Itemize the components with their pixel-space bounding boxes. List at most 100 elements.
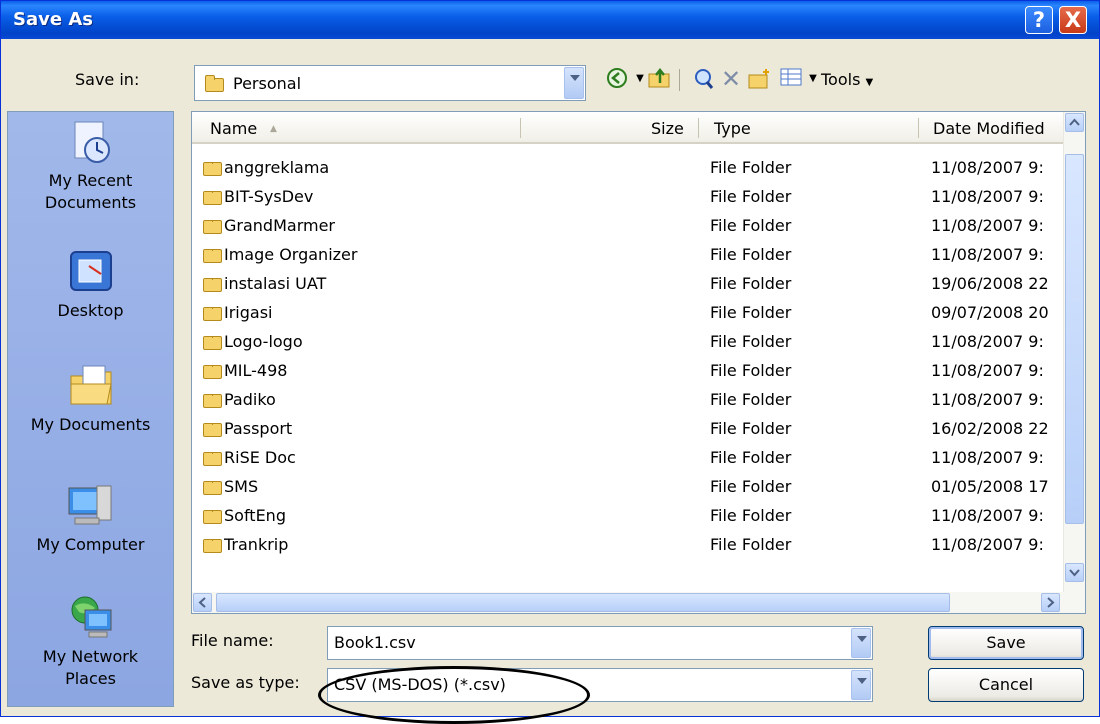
list-item[interactable]: RiSE Doc File Folder 11/08/2007 9:: [192, 444, 1062, 473]
toolbar-separator: [679, 69, 680, 91]
folder-icon: [203, 220, 222, 234]
file-date-modified: 11/08/2007 9:: [931, 448, 1044, 467]
my-documents-icon: [67, 362, 115, 410]
file-name: anggreklama: [224, 158, 330, 177]
back-icon[interactable]: [605, 67, 629, 91]
file-name: instalasi UAT: [224, 274, 327, 293]
file-type: File Folder: [710, 216, 792, 235]
save-in-value: Personal: [233, 74, 302, 93]
list-item[interactable]: Trankrip File Folder 11/08/2007 9:: [192, 531, 1062, 560]
list-item[interactable]: Padiko File Folder 11/08/2007 9:: [192, 386, 1062, 415]
column-divider[interactable]: [520, 118, 521, 138]
file-name: BIT-SysDev: [224, 187, 314, 206]
column-header-date-modified[interactable]: Date Modified: [933, 119, 1045, 138]
column-header-type[interactable]: Type: [714, 119, 751, 138]
delete-icon[interactable]: ✕: [719, 67, 743, 91]
folder-icon: [203, 365, 222, 379]
scroll-up-button[interactable]: [1065, 113, 1084, 132]
file-name: Trankrip: [224, 535, 289, 554]
file-name: GrandMarmer: [224, 216, 335, 235]
close-button[interactable]: X: [1059, 6, 1087, 34]
list-item[interactable]: SoftEng File Folder 11/08/2007 9:: [192, 502, 1062, 531]
list-item[interactable]: Passport File Folder 16/02/2008 22: [192, 415, 1062, 444]
vertical-scrollbar[interactable]: [1063, 112, 1085, 613]
place-desktop[interactable]: Desktop: [8, 248, 173, 322]
list-header: Name ▲ Size Type Date Modified: [192, 112, 1085, 144]
highlight-ellipse: [318, 666, 590, 724]
file-name: MIL-498: [224, 361, 288, 380]
file-list[interactable]: Name ▲ Size Type Date Modified anggrekla…: [191, 111, 1086, 614]
save-as-type-label: Save as type:: [191, 673, 300, 692]
place-my-network-places[interactable]: My Network Places: [8, 594, 173, 690]
file-name: SoftEng: [224, 506, 286, 525]
file-type: File Folder: [710, 303, 792, 322]
folder-icon: [203, 336, 222, 350]
file-name: Logo-logo: [224, 332, 303, 351]
file-name-field[interactable]: Book1.csv: [327, 626, 873, 660]
list-item[interactable]: Image Organizer File Folder 11/08/2007 9:: [192, 241, 1062, 270]
chevron-down-icon[interactable]: [564, 67, 584, 99]
search-web-icon[interactable]: [691, 67, 715, 91]
list-item[interactable]: instalasi UAT File Folder 19/06/2008 22: [192, 270, 1062, 299]
tools-dropdown-icon: ▼: [865, 77, 874, 88]
list-item[interactable]: SMS File Folder 01/05/2008 17: [192, 473, 1062, 502]
place-my-documents[interactable]: My Documents: [8, 362, 173, 436]
list-item[interactable]: anggreklama File Folder 11/08/2007 9:: [192, 154, 1062, 183]
column-divider[interactable]: [918, 118, 919, 138]
list-item[interactable]: BIT-SysDev File Folder 11/08/2007 9:: [192, 183, 1062, 212]
chevron-down-icon[interactable]: [851, 628, 871, 658]
place-my-computer[interactable]: My Computer: [8, 482, 173, 556]
folder-icon: [203, 307, 222, 321]
column-divider[interactable]: [698, 118, 699, 138]
places-bar: My Recent Documents Desktop My Documents…: [7, 111, 174, 707]
title-bar[interactable]: Save As ? X: [1, 1, 1099, 39]
horizontal-scrollbar[interactable]: [192, 592, 1064, 613]
scroll-down-button[interactable]: [1065, 563, 1084, 582]
file-name: RiSE Doc: [224, 448, 296, 467]
column-header-size[interactable]: Size: [651, 119, 684, 138]
list-item[interactable]: Logo-logo File Folder 11/08/2007 9:: [192, 328, 1062, 357]
file-date-modified: 11/08/2007 9:: [931, 245, 1044, 264]
place-label: My Documents: [30, 415, 151, 434]
chevron-down-icon[interactable]: [851, 670, 871, 700]
file-name: Passport: [224, 419, 293, 438]
file-type: File Folder: [710, 477, 792, 496]
file-type: File Folder: [710, 332, 792, 351]
file-date-modified: 01/05/2008 17: [931, 477, 1049, 496]
tools-menu[interactable]: Tools ▼: [821, 70, 873, 89]
place-label: My Computer: [36, 535, 145, 554]
file-type: File Folder: [710, 158, 792, 177]
column-header-name[interactable]: Name: [210, 119, 257, 138]
save-button[interactable]: Save: [928, 626, 1084, 660]
folder-icon: [203, 481, 222, 495]
help-button[interactable]: ?: [1025, 6, 1053, 34]
file-date-modified: 11/08/2007 9:: [931, 361, 1044, 380]
save-in-dropdown[interactable]: Personal: [194, 65, 586, 101]
folder-icon: [203, 539, 222, 553]
list-item[interactable]: MIL-498 File Folder 11/08/2007 9:: [192, 357, 1062, 386]
file-date-modified: 09/07/2008 20: [931, 303, 1049, 322]
list-item[interactable]: Irigasi File Folder 09/07/2008 20: [192, 299, 1062, 328]
folder-icon: [203, 394, 222, 408]
place-my-recent-documents[interactable]: My Recent Documents: [8, 118, 173, 214]
views-icon[interactable]: [779, 67, 803, 91]
file-date-modified: 11/08/2007 9:: [931, 158, 1044, 177]
file-date-modified: 11/08/2007 9:: [931, 535, 1044, 554]
place-label: Documents: [44, 193, 137, 212]
sort-ascending-icon: ▲: [270, 124, 277, 134]
place-label: My Network: [42, 647, 139, 666]
cancel-button[interactable]: Cancel: [928, 668, 1084, 702]
file-type: File Folder: [710, 274, 792, 293]
scroll-right-button[interactable]: [1041, 593, 1060, 612]
up-folder-icon[interactable]: [647, 67, 671, 91]
new-folder-icon[interactable]: [747, 67, 771, 91]
list-item[interactable]: GrandMarmer File Folder 11/08/2007 9:: [192, 212, 1062, 241]
dialog-title: Save As: [13, 9, 93, 30]
file-name: Padiko: [224, 390, 276, 409]
file-name: Image Organizer: [224, 245, 358, 264]
horizontal-scroll-thumb[interactable]: [216, 593, 950, 612]
scroll-left-button[interactable]: [193, 593, 212, 612]
place-label: Desktop: [57, 301, 124, 320]
recent-documents-icon: [67, 118, 115, 166]
vertical-scroll-thumb[interactable]: [1065, 154, 1084, 524]
